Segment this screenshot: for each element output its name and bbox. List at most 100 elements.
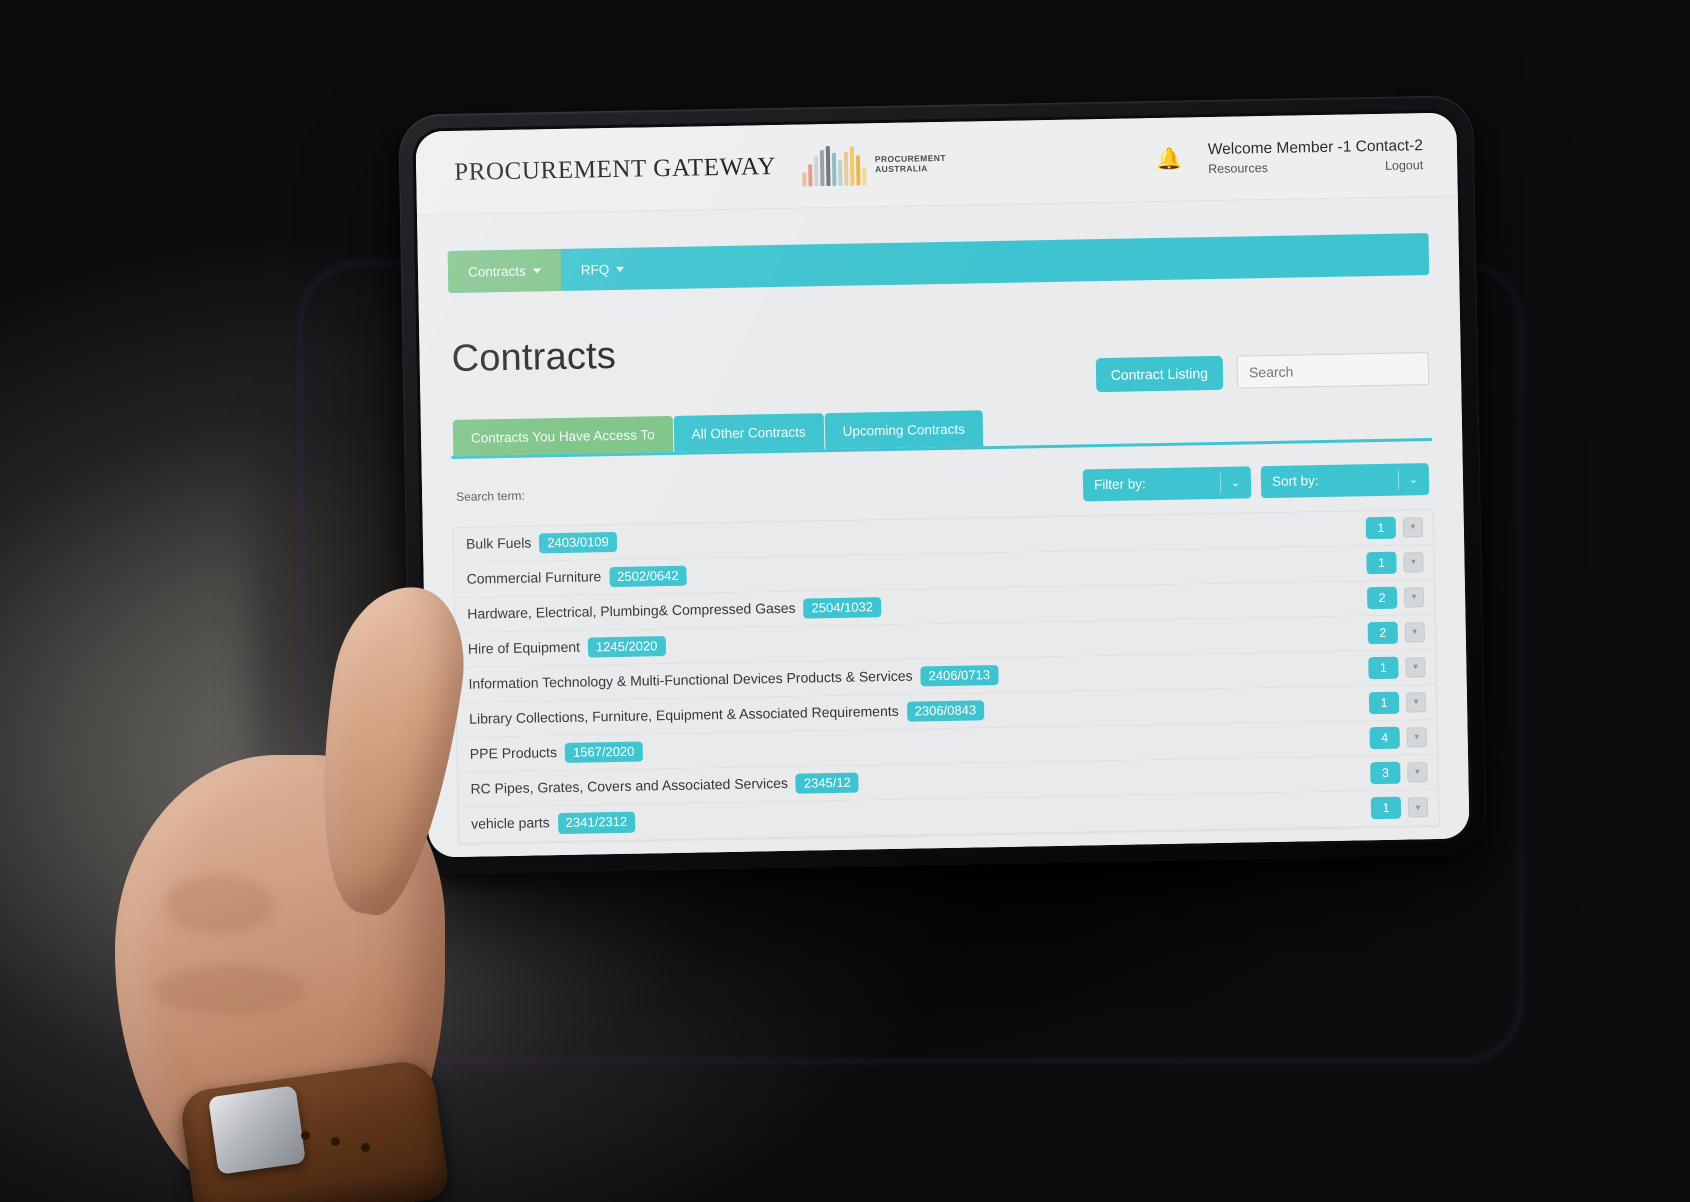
contracts-tabs: Contracts You Have Access To All Other C… — [450, 401, 1433, 459]
contract-code-badge: 2345/12 — [795, 772, 860, 794]
contract-name: Bulk Fuels 2403/0109 — [466, 531, 617, 555]
tab-upcoming-contracts[interactable]: Upcoming Contracts — [824, 410, 984, 450]
contract-code-badge: 2502/0642 — [609, 565, 687, 588]
nav-item-rfq[interactable]: RFQ — [560, 247, 644, 291]
sort-by-label: Sort by: — [1271, 473, 1319, 490]
contract-code-badge: 2504/1032 — [803, 596, 882, 619]
nav-item-contracts[interactable]: Contracts — [447, 248, 562, 294]
contracts-list: Bulk Fuels 2403/0109 1 ▾ Commercial Furnitur… — [452, 508, 1440, 844]
contract-count-badge: 1 — [1365, 516, 1397, 540]
expand-row-button[interactable]: ▾ — [1404, 622, 1425, 643]
logo-bar — [862, 166, 867, 185]
welcome-message: Welcome Member -1 Contact-2 — [1207, 137, 1424, 159]
contract-name: Hardware, Electrical, Plumbing& Compress… — [467, 596, 882, 625]
screenshot-scene: PROCUREMENT GATEWAY PROCUREMENT AUSTRALI… — [0, 0, 1690, 1202]
row-actions: 4 ▾ — [1369, 726, 1427, 750]
contracts-list-scroll[interactable]: Bulk Fuels 2403/0109 1 ▾ Commercial Furnitur… — [453, 509, 1439, 843]
logo-bar — [843, 151, 849, 186]
chevron-down-icon: ⌄ — [1230, 476, 1241, 490]
logo-bar — [849, 146, 855, 186]
chevron-down-icon — [532, 267, 541, 273]
tab-contracts-you-have-access-to[interactable]: Contracts You Have Access To — [452, 415, 673, 456]
account-block: Welcome Member -1 Contact-2 Resources Lo… — [1208, 137, 1424, 176]
logo-wordmark-line2: AUSTRALIA — [874, 162, 928, 174]
notification-bell-icon[interactable]: 🔔 — [1156, 148, 1183, 171]
row-actions: 3 ▾ — [1370, 761, 1428, 785]
row-actions: 2 ▾ — [1367, 621, 1425, 645]
header-right-group: 🔔 Welcome Member -1 Contact-2 Resources … — [1156, 137, 1424, 177]
sort-by-select[interactable]: Sort by: ⌄ — [1260, 462, 1430, 499]
row-actions: 2 ▾ — [1366, 586, 1425, 610]
nav-item-rfq-label: RFQ — [580, 261, 610, 278]
procurement-australia-logo: PROCUREMENT AUSTRALIA — [802, 143, 947, 187]
row-actions: 1 ▾ — [1365, 516, 1424, 540]
expand-row-button[interactable]: ▾ — [1405, 657, 1426, 678]
contract-code-badge: 2341/2312 — [557, 811, 636, 834]
chevron-down-icon — [616, 266, 625, 272]
filter-controls: Filter by: ⌄ Sort by: ⌄ — [1082, 462, 1430, 502]
logo-bar — [837, 159, 843, 186]
logo-bar — [813, 155, 819, 186]
logout-link[interactable]: Logout — [1385, 158, 1423, 173]
contract-code-badge: 1567/2020 — [564, 741, 643, 764]
logo-bar — [855, 154, 861, 186]
contract-count-badge: 1 — [1368, 656, 1399, 680]
expand-row-button[interactable]: ▾ — [1406, 727, 1427, 748]
contract-name: Hire of Equipment 1245/2020 — [468, 635, 666, 660]
contract-code-badge: 2306/0843 — [906, 699, 985, 722]
page-title: Contracts — [451, 335, 617, 381]
contract-count-badge: 1 — [1368, 691, 1400, 715]
contract-code-badge: 2406/0713 — [920, 664, 999, 687]
expand-row-button[interactable]: ▾ — [1403, 587, 1425, 608]
logo-bar — [802, 171, 807, 187]
contract-name: Information Technology & Multi-Functiona… — [468, 664, 999, 695]
row-actions: 1 ▾ — [1366, 551, 1424, 575]
logo-bar — [825, 145, 831, 186]
expand-row-button[interactable]: ▾ — [1403, 552, 1424, 573]
contract-count-badge: 1 — [1366, 551, 1397, 575]
tab-all-other-contracts[interactable]: All Other Contracts — [673, 413, 824, 452]
brand-title: PROCUREMENT GATEWAY — [453, 152, 777, 186]
contract-name: Library Collections, Furniture, Equipmen… — [469, 699, 985, 730]
row-actions: 1 ▾ — [1368, 656, 1426, 680]
filter-by-label: Filter by: — [1093, 476, 1146, 493]
filter-by-select[interactable]: Filter by: ⌄ — [1082, 466, 1252, 502]
logo-bars-icon — [802, 145, 867, 187]
contract-listing-button[interactable]: Contract Listing — [1095, 355, 1224, 393]
contract-name: RC Pipes, Grates, Covers and Associated … — [470, 772, 860, 800]
select-divider — [1397, 469, 1400, 490]
row-actions: 1 ▾ — [1370, 797, 1429, 820]
contract-name: vehicle parts 2341/2312 — [471, 811, 636, 836]
contract-count-badge: 1 — [1370, 797, 1402, 820]
expand-row-button[interactable]: ▾ — [1405, 692, 1427, 713]
page-title-actions: Contract Listing — [1095, 352, 1430, 393]
contract-count-badge: 4 — [1369, 726, 1400, 750]
contract-code-badge: 1245/2020 — [587, 635, 666, 658]
contract-count-badge: 3 — [1370, 761, 1401, 785]
logo-bar — [807, 163, 813, 186]
page-title-row: Contracts Contract Listing — [449, 297, 1431, 404]
main-navbar: Contracts RFQ — [447, 233, 1430, 294]
contract-name: Commercial Furniture 2502/0642 — [466, 565, 687, 590]
tablet-bezel: PROCUREMENT GATEWAY PROCUREMENT AUSTRALI… — [412, 109, 1473, 861]
logo-bar — [831, 152, 837, 186]
search-input[interactable] — [1236, 352, 1430, 389]
search-term-label: Search term: — [456, 488, 525, 504]
resources-link[interactable]: Resources — [1208, 161, 1268, 176]
expand-row-button[interactable]: ▾ — [1407, 762, 1428, 783]
select-divider — [1219, 472, 1222, 493]
chevron-down-icon: ⌄ — [1408, 473, 1419, 486]
nav-item-contracts-label: Contracts — [467, 263, 526, 280]
page-body: Contracts RFQ Contracts Contract Listing — [416, 196, 1470, 858]
filter-row: Search term: Filter by: ⌄ Sort by: ⌄ — [452, 462, 1433, 513]
tablet-screen: PROCUREMENT GATEWAY PROCUREMENT AUSTRALI… — [415, 112, 1470, 858]
contract-code-badge: 2403/0109 — [539, 531, 617, 554]
account-links: Resources Logout — [1208, 158, 1423, 176]
contract-name: PPE Products 1567/2020 — [470, 741, 643, 765]
tablet-device: PROCUREMENT GATEWAY PROCUREMENT AUSTRALI… — [398, 95, 1487, 875]
row-actions: 1 ▾ — [1368, 691, 1427, 715]
contract-count-badge: 2 — [1367, 621, 1398, 645]
expand-row-button[interactable]: ▾ — [1407, 797, 1429, 818]
logo-bar — [819, 149, 825, 186]
expand-row-button[interactable]: ▾ — [1402, 517, 1424, 538]
